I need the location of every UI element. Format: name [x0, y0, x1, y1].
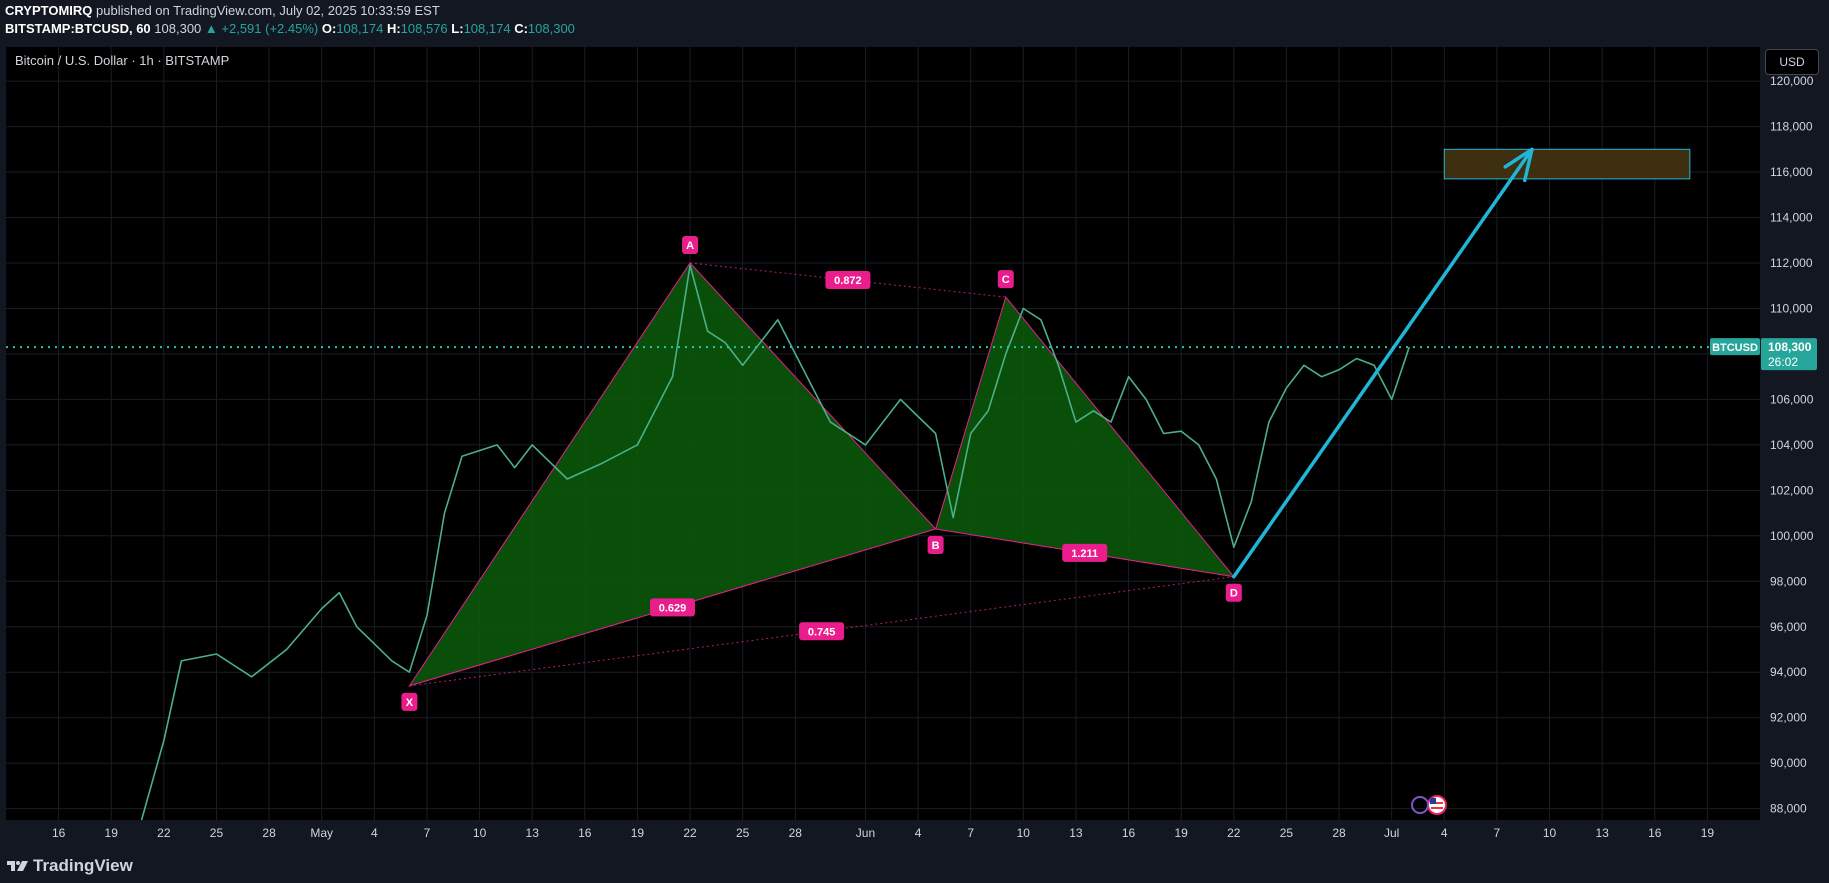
- x-tick-label: 22: [157, 826, 171, 840]
- x-tick-label: 16: [578, 826, 592, 840]
- chart-footer: [0, 845, 1829, 883]
- x-tick-label: 13: [526, 826, 540, 840]
- y-tick-label: 110,000: [1770, 301, 1813, 315]
- ratio-label: 0.629: [659, 602, 687, 614]
- x-tick-label: 7: [1494, 826, 1501, 840]
- x-tick-label: May: [310, 826, 333, 840]
- tradingview-logo-icon: [7, 861, 28, 871]
- x-tick-label: 4: [1441, 826, 1448, 840]
- price-tag-countdown: 26:02: [1768, 355, 1798, 369]
- x-tick-label: 4: [915, 826, 922, 840]
- x-tick-label: 25: [1280, 826, 1294, 840]
- plot-layer: [140, 147, 1691, 820]
- spark-icon: [1411, 796, 1429, 814]
- pattern-point-label: B: [932, 540, 940, 552]
- y-tick-label: 94,000: [1770, 665, 1807, 679]
- ratio-label: 1.211: [1071, 548, 1098, 560]
- y-tick-label: 118,000: [1770, 120, 1813, 134]
- pattern-triangle-xab: [408, 262, 937, 687]
- price-chart[interactable]: 88,000 90,000 92,000 94,000 96,000 98,000 100,…: [0, 0, 1829, 883]
- x-tick-label: 10: [1543, 826, 1557, 840]
- x-tick-label: Jun: [856, 826, 875, 840]
- x-tick-label: 28: [789, 826, 803, 840]
- y-tick-label: 88,000: [1770, 802, 1807, 816]
- y-tick-label: 98,000: [1770, 574, 1807, 588]
- pattern-point-label: D: [1230, 588, 1238, 600]
- symbol-tag-label: BTCUSD: [1712, 342, 1758, 354]
- x-tick-label: 16: [52, 826, 66, 840]
- y-tick-label: 116,000: [1770, 165, 1813, 179]
- currency-button[interactable]: USD: [1765, 49, 1819, 75]
- x-tick-label: 25: [210, 826, 224, 840]
- target-zone-box: [1443, 148, 1691, 180]
- x-tick-label: 22: [683, 826, 697, 840]
- x-tick-label: 28: [1332, 826, 1346, 840]
- x-tick-label: 22: [1227, 826, 1241, 840]
- pattern-point-label: A: [686, 240, 694, 252]
- y-tick-label: 100,000: [1770, 529, 1814, 543]
- x-tick-label: 25: [736, 826, 750, 840]
- y-tick-label: 90,000: [1770, 756, 1807, 770]
- x-tick-label: 19: [105, 826, 119, 840]
- projection-arrow: [1232, 147, 1534, 579]
- tradingview-brand[interactable]: TradingView: [7, 856, 133, 876]
- y-tick-label: 102,000: [1770, 483, 1814, 497]
- x-tick-label: 19: [1701, 826, 1715, 840]
- y-tick-label: 104,000: [1770, 438, 1814, 452]
- brand-name: TradingView: [33, 856, 133, 875]
- pattern-point-label: X: [406, 697, 414, 709]
- us-flag-canton: [1430, 798, 1436, 804]
- y-tick-label: 112,000: [1770, 256, 1813, 270]
- y-tick-label: 96,000: [1770, 620, 1807, 634]
- price-tag-value: 108,300: [1768, 340, 1812, 354]
- x-tick-label: 16: [1122, 826, 1136, 840]
- x-tick-label: 7: [967, 826, 974, 840]
- x-tick-label: 4: [371, 826, 378, 840]
- ratio-label: 0.745: [808, 626, 836, 638]
- chart-title: Bitcoin / U.S. Dollar · 1h · BITSTAMP: [15, 53, 230, 68]
- y-tick-label: 106,000: [1770, 392, 1814, 406]
- x-tick-label: 13: [1595, 826, 1609, 840]
- x-tick-label: 19: [1175, 826, 1189, 840]
- y-tick-label: 92,000: [1770, 711, 1807, 725]
- ratio-label: 0.872: [834, 275, 862, 287]
- x-tick-label: 28: [262, 826, 276, 840]
- y-tick-label: 114,000: [1770, 211, 1813, 225]
- x-tick-label: 10: [1017, 826, 1031, 840]
- x-tick-label: 19: [631, 826, 645, 840]
- pattern-point-label: C: [1002, 274, 1010, 286]
- x-tick-label: 10: [473, 826, 487, 840]
- y-tick-label: 120,000: [1770, 74, 1814, 88]
- x-tick-label: 16: [1648, 826, 1662, 840]
- x-tick-label: 7: [424, 826, 431, 840]
- x-tick-label: 13: [1069, 826, 1083, 840]
- x-tick-label: Jul: [1384, 826, 1399, 840]
